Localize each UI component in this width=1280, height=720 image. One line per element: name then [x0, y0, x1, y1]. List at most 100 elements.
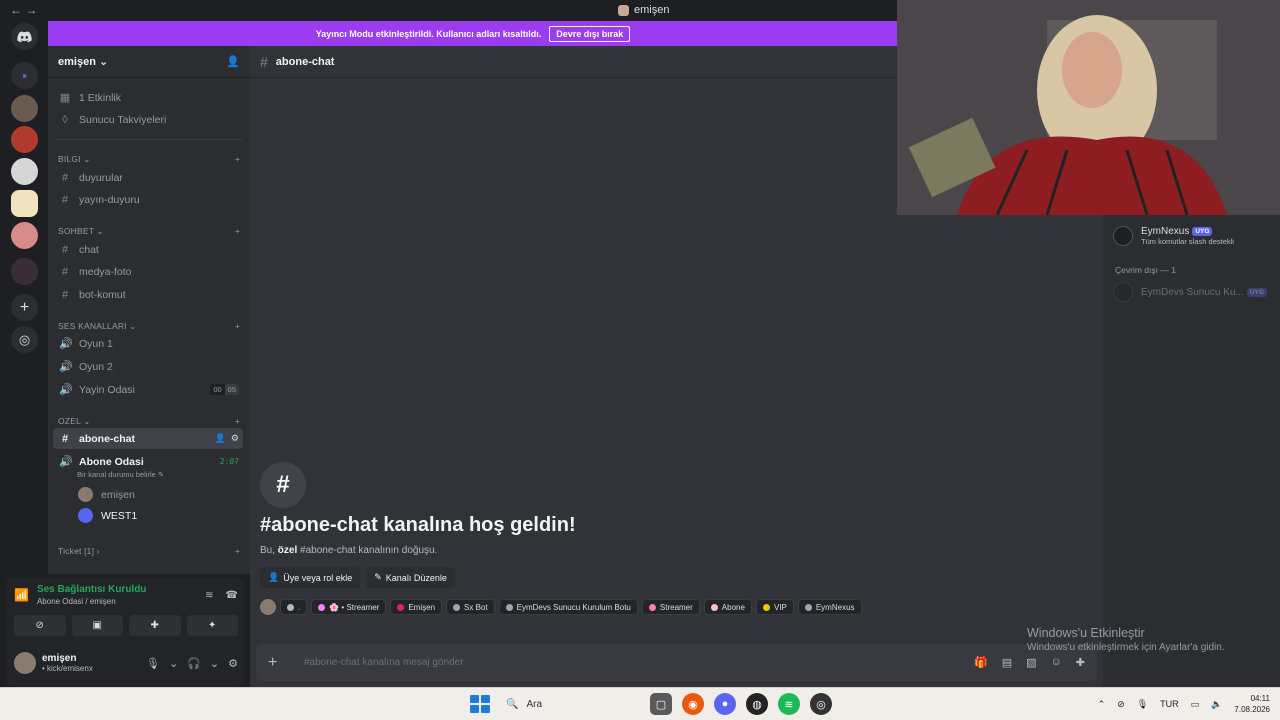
role-chip[interactable]: Sx Bot [446, 599, 495, 615]
message-input[interactable]: #abone-chat kanalına mesaj gönder [304, 657, 464, 668]
role-chip[interactable]: Emişen [390, 599, 443, 615]
voice-channel-yayin-odasi[interactable]: 🔊 Yayin Odasi 00 05 [53, 379, 243, 400]
signal-icon[interactable]: 📶 [14, 588, 29, 602]
channel-chat[interactable]: # chat [53, 239, 243, 260]
server-icon-5[interactable] [11, 222, 38, 249]
gif-icon[interactable]: ▤ [1002, 656, 1012, 669]
monitor-icon[interactable]: ▭ [1191, 699, 1200, 710]
nav-arrows[interactable]: ← → [10, 3, 37, 17]
server-header[interactable]: emişen ⌄ 👤 [48, 46, 250, 78]
chevron-down-icon[interactable]: ⌄ [210, 657, 219, 670]
category-sohbet[interactable]: SOHBET ⌄ + [58, 226, 240, 237]
server-boosts-item[interactable]: ◊ Sunucu Takviyeleri [53, 109, 243, 130]
folder-icon[interactable]: ▪ [11, 62, 38, 89]
voice-user-west1[interactable]: WEST1 [72, 505, 242, 526]
task-view-icon[interactable]: ▢ [650, 693, 672, 715]
app-icon[interactable]: ◎ [810, 693, 832, 715]
noise-suppression-icon[interactable]: ≋ [205, 590, 213, 601]
language-indicator[interactable]: TUR [1160, 699, 1179, 709]
add-person-icon[interactable]: 👤 [226, 55, 240, 68]
voice-channel-oyun1[interactable]: 🔊 Oyun 1 [53, 333, 243, 354]
channel-abone-chat[interactable]: # abone-chat 👤 ⚙ [53, 428, 243, 449]
channel-duyurular[interactable]: # duyurular [53, 167, 243, 188]
emoji-icon[interactable]: ☺ [1051, 656, 1062, 669]
member-eymdevs[interactable]: EymDevs Sunucu Ku... UYG [1113, 282, 1267, 302]
voice-channel-abone-odasi[interactable]: 🔊 Abone Odasi 2:07 [53, 451, 243, 472]
disable-streamer-mode-button[interactable]: Devre dışı bırak [549, 25, 631, 42]
channel-roles: . 🌸 • Streamer Emişen Sx Bot EymDevs Sun… [260, 599, 862, 615]
category-ticket[interactable]: Ticket [1] › + [58, 546, 240, 556]
chevron-down-icon[interactable]: ⌄ [169, 657, 178, 670]
welcome-title: #abone-chat kanalına hoş geldin! [260, 514, 576, 536]
member-eymnexus[interactable]: EymNexus UYG Tüm komutlar slash destekli [1113, 226, 1234, 246]
add-channel-icon[interactable]: + [235, 154, 240, 165]
role-chip[interactable]: EymNexus [797, 599, 862, 615]
chevron-up-icon[interactable]: ⌃ [1098, 699, 1106, 710]
add-channel-icon[interactable]: + [235, 416, 240, 427]
channel-medya-foto[interactable]: # medya-foto [53, 261, 243, 282]
category-ses-kanallari[interactable]: SES KANALLARI ⌄ + [58, 321, 240, 332]
welcome-sub-pre: Bu, [260, 545, 278, 556]
role-color-dot [453, 603, 461, 611]
avatar[interactable] [14, 652, 36, 674]
server-icon-6[interactable] [11, 258, 38, 285]
add-member-or-role-button[interactable]: 👤 Üye veya rol ekle [260, 567, 361, 588]
server-icon-2[interactable] [11, 126, 38, 153]
microphone-icon[interactable]: 🎙 [146, 657, 160, 670]
firefox-icon[interactable]: ◉ [682, 693, 704, 715]
gift-icon[interactable]: 🎁 [974, 656, 988, 669]
voice-user-emisen[interactable]: emişen [72, 484, 242, 505]
channel-yayin-duyuru[interactable]: # yayın-duyuru [53, 189, 243, 210]
network-icon[interactable]: ⊘ [1117, 699, 1125, 710]
locked-hash-icon: # [260, 462, 306, 508]
screen-share-button[interactable]: ▣ [71, 615, 123, 636]
role-chip[interactable]: Abone [703, 599, 752, 615]
role-chip[interactable]: VIP [755, 599, 794, 615]
role-chip[interactable]: Streamer [641, 599, 700, 615]
settings-gear-icon[interactable]: ⚙ [231, 433, 239, 444]
role-chip[interactable]: EymDevs Sunucu Kurulum Botu [498, 599, 638, 615]
obs-icon[interactable]: ◍ [746, 693, 768, 715]
add-channel-icon[interactable]: + [235, 226, 240, 237]
edit-channel-button[interactable]: ✎ Kanalı Düzenle [366, 567, 455, 588]
role-chip[interactable]: . [280, 599, 308, 615]
add-channel-icon[interactable]: + [235, 321, 240, 332]
add-channel-icon[interactable]: + [235, 546, 240, 556]
channel-bot-komut[interactable]: # bot-komut [53, 284, 243, 305]
camera-off-button[interactable]: ⊘ [14, 615, 66, 636]
server-icon-1[interactable] [11, 95, 38, 122]
server-icon-3[interactable] [11, 158, 38, 185]
invite-icon[interactable]: 👤 [215, 433, 226, 444]
disconnect-icon[interactable]: ☎ [226, 590, 238, 601]
discover-icon[interactable]: ◎ [11, 326, 38, 353]
events-item[interactable]: ▦ 1 Etkinlik [53, 87, 243, 108]
channel-status-hint[interactable]: Bir kanal durumu belirle ✎ [77, 470, 164, 479]
discord-home-icon[interactable] [11, 23, 38, 50]
activities-button[interactable]: ✚ [129, 615, 181, 636]
microphone-icon[interactable]: 🎙 [1137, 699, 1148, 710]
apps-icon[interactable]: ✚ [1076, 656, 1085, 669]
category-ozel[interactable]: OZEL ⌄ + [58, 416, 240, 427]
add-server-icon[interactable]: + [11, 294, 38, 321]
spotify-icon[interactable]: ≋ [778, 693, 800, 715]
category-bilgi[interactable]: BILGI ⌄ + [58, 154, 240, 165]
voice-location-text[interactable]: Abone Odasi / emişen [37, 597, 146, 606]
sticker-icon[interactable]: ▧ [1026, 656, 1036, 669]
taskbar-search[interactable]: 🔍 Ara [500, 693, 640, 715]
windows-start-icon[interactable] [468, 693, 490, 715]
discord-icon[interactable]: ● [714, 693, 736, 715]
voice-channel-oyun2[interactable]: 🔊 Oyun 2 [53, 356, 243, 377]
volume-icon[interactable]: 🔈 [1211, 699, 1222, 710]
hash-icon: # [260, 53, 268, 70]
server-icon-4[interactable] [11, 190, 38, 217]
settings-gear-icon[interactable]: ⚙ [228, 657, 238, 670]
clock[interactable]: 04:11 7.08.2026 [1234, 693, 1270, 715]
avatar[interactable] [260, 599, 276, 615]
role-chip[interactable]: 🌸 • Streamer [311, 599, 387, 615]
upload-plus-icon[interactable]: + [268, 654, 292, 672]
voice-status-text[interactable]: Ses Bağlantısı Kuruldu [37, 584, 146, 595]
message-composer[interactable]: + #abone-chat kanalına mesaj gönder 🎁 ▤ … [256, 644, 1097, 681]
headphones-icon[interactable]: 🎧 [187, 657, 201, 670]
category-label: SES KANALLARI ⌄ [58, 321, 137, 331]
soundboard-button[interactable]: ✦ [186, 615, 238, 636]
